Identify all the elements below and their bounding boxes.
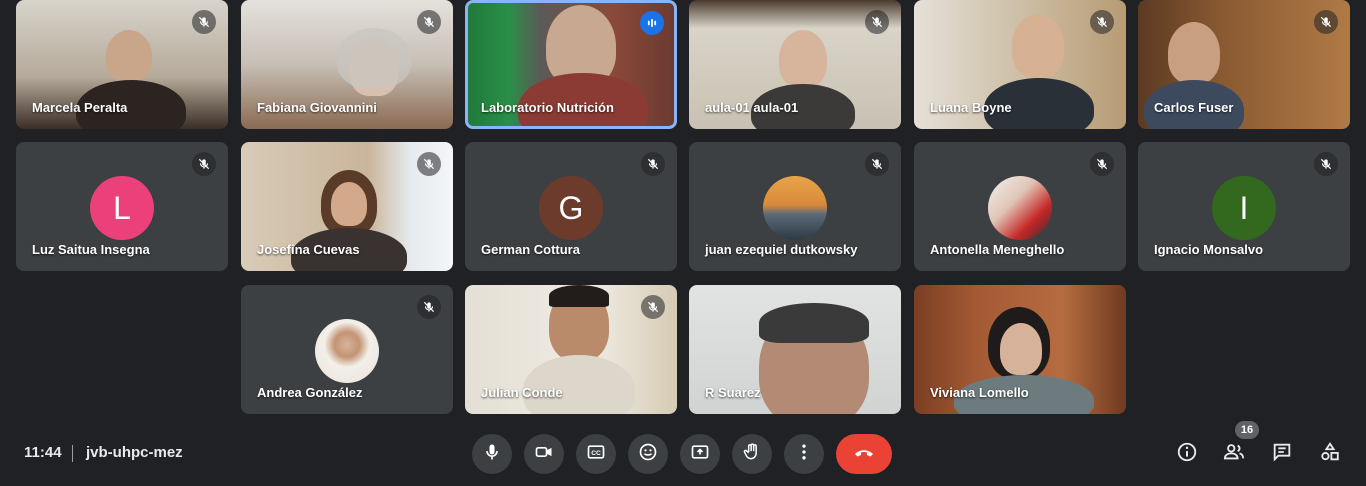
participant-name: R Suarez <box>705 385 761 400</box>
participant-tile-ignacio[interactable]: I Ignacio Monsalvo <box>1138 142 1350 271</box>
participant-video <box>1000 323 1042 375</box>
participant-video <box>106 30 152 82</box>
emoji-icon <box>638 442 658 467</box>
captions-icon: CC <box>586 442 606 467</box>
participant-tile-julian[interactable]: Julian Conde <box>465 285 677 414</box>
raise-hand-icon <box>742 442 762 467</box>
participant-tile-carlos[interactable]: Carlos Fuser <box>1138 0 1350 129</box>
participant-hair <box>337 28 411 88</box>
participant-name: Antonella Meneghello <box>930 242 1065 257</box>
participant-tile-juan[interactable]: juan ezequiel dutkowsky <box>689 142 901 271</box>
participant-tile-viviana[interactable]: Viviana Lomello <box>914 285 1126 414</box>
mic-off-icon <box>192 152 216 176</box>
chat-icon <box>1271 441 1293 468</box>
participant-name: Viviana Lomello <box>930 385 1029 400</box>
mic-off-icon <box>641 152 665 176</box>
mic-off-icon <box>417 152 441 176</box>
svg-text:CC: CC <box>591 449 601 456</box>
avatar: L <box>90 176 154 240</box>
more-options-icon <box>794 442 814 467</box>
present-icon <box>690 442 710 467</box>
participant-name: Josefina Cuevas <box>257 242 360 257</box>
mic-off-icon <box>1090 152 1114 176</box>
bottom-toolbar: 11:44 jvb-uhpc-mez CC 16 <box>0 420 1366 486</box>
mic-off-icon <box>417 10 441 34</box>
participant-tile-laboratorio[interactable]: Laboratorio Nutrición <box>465 0 677 129</box>
participant-name: Fabiana Giovannini <box>257 100 377 115</box>
mic-off-icon <box>192 10 216 34</box>
participant-video <box>1168 22 1220 84</box>
present-button[interactable] <box>680 434 720 474</box>
participant-name: Marcela Peralta <box>32 100 128 115</box>
mic-icon <box>482 442 502 467</box>
mic-off-icon <box>1314 152 1338 176</box>
mic-off-icon <box>1090 10 1114 34</box>
activities-icon <box>1319 441 1341 468</box>
participant-name: German Cottura <box>481 242 580 257</box>
activities-button[interactable] <box>1318 441 1342 468</box>
participant-tile-andrea[interactable]: Andrea González <box>241 285 453 414</box>
participant-video <box>779 30 827 88</box>
participant-video <box>1012 14 1064 78</box>
people-button[interactable] <box>1222 442 1246 466</box>
avatar <box>315 319 379 383</box>
participant-face <box>331 182 367 226</box>
current-time: 11:44 <box>24 444 62 461</box>
participant-name: juan ezequiel dutkowsky <box>705 242 858 257</box>
participant-tile-luz[interactable]: L Luz Saitua Insegna <box>16 142 228 271</box>
mic-off-icon <box>865 152 889 176</box>
divider <box>72 445 73 462</box>
participant-hair <box>549 285 609 307</box>
more-options-button[interactable] <box>784 434 824 474</box>
participant-tile-marcela[interactable]: Marcela Peralta <box>16 0 228 129</box>
meeting-code: jvb-uhpc-mez <box>86 444 183 461</box>
participant-tile-luana[interactable]: Luana Boyne <box>914 0 1126 129</box>
mic-off-icon <box>641 295 665 319</box>
mic-off-icon <box>417 295 441 319</box>
participant-name: Andrea González <box>257 385 363 400</box>
participant-name: aula-01 aula-01 <box>705 100 799 115</box>
participant-name: Ignacio Monsalvo <box>1154 242 1264 257</box>
participant-tile-fabiana[interactable]: Fabiana Giovannini <box>241 0 453 129</box>
mic-off-icon <box>865 10 889 34</box>
participant-tile-german[interactable]: G German Cottura <box>465 142 677 271</box>
avatar <box>763 176 827 240</box>
participant-tile-aula[interactable]: aula-01 aula-01 <box>689 0 901 129</box>
info-icon <box>1176 441 1198 468</box>
avatar: I <box>1212 176 1276 240</box>
emoji-button[interactable] <box>628 434 668 474</box>
speaking-indicator-icon <box>640 11 664 35</box>
mic-button[interactable] <box>472 434 512 474</box>
participant-tile-josefina[interactable]: Josefina Cuevas <box>241 142 453 271</box>
avatar: G <box>539 176 603 240</box>
participant-name: Carlos Fuser <box>1154 100 1234 115</box>
mic-off-icon <box>1314 10 1338 34</box>
participant-tile-rsuarez[interactable]: R Suarez <box>689 285 901 414</box>
camera-button[interactable] <box>524 434 564 474</box>
participant-name: Laboratorio Nutrición <box>481 100 614 115</box>
chat-button[interactable] <box>1270 442 1294 466</box>
hang-up-icon <box>852 440 876 469</box>
people-icon <box>1222 441 1246 468</box>
hang-up-button[interactable] <box>836 434 892 474</box>
participant-name: Julian Conde <box>481 385 563 400</box>
avatar <box>988 176 1052 240</box>
participant-tile-antonella[interactable]: Antonella Meneghello <box>914 142 1126 271</box>
camera-icon <box>534 442 554 467</box>
captions-button[interactable]: CC <box>576 434 616 474</box>
people-count-badge: 16 <box>1235 421 1259 439</box>
participant-hair <box>759 303 869 343</box>
raise-hand-button[interactable] <box>732 434 772 474</box>
info-button[interactable] <box>1175 442 1199 466</box>
participant-name: Luz Saitua Insegna <box>32 242 150 257</box>
participant-name: Luana Boyne <box>930 100 1012 115</box>
